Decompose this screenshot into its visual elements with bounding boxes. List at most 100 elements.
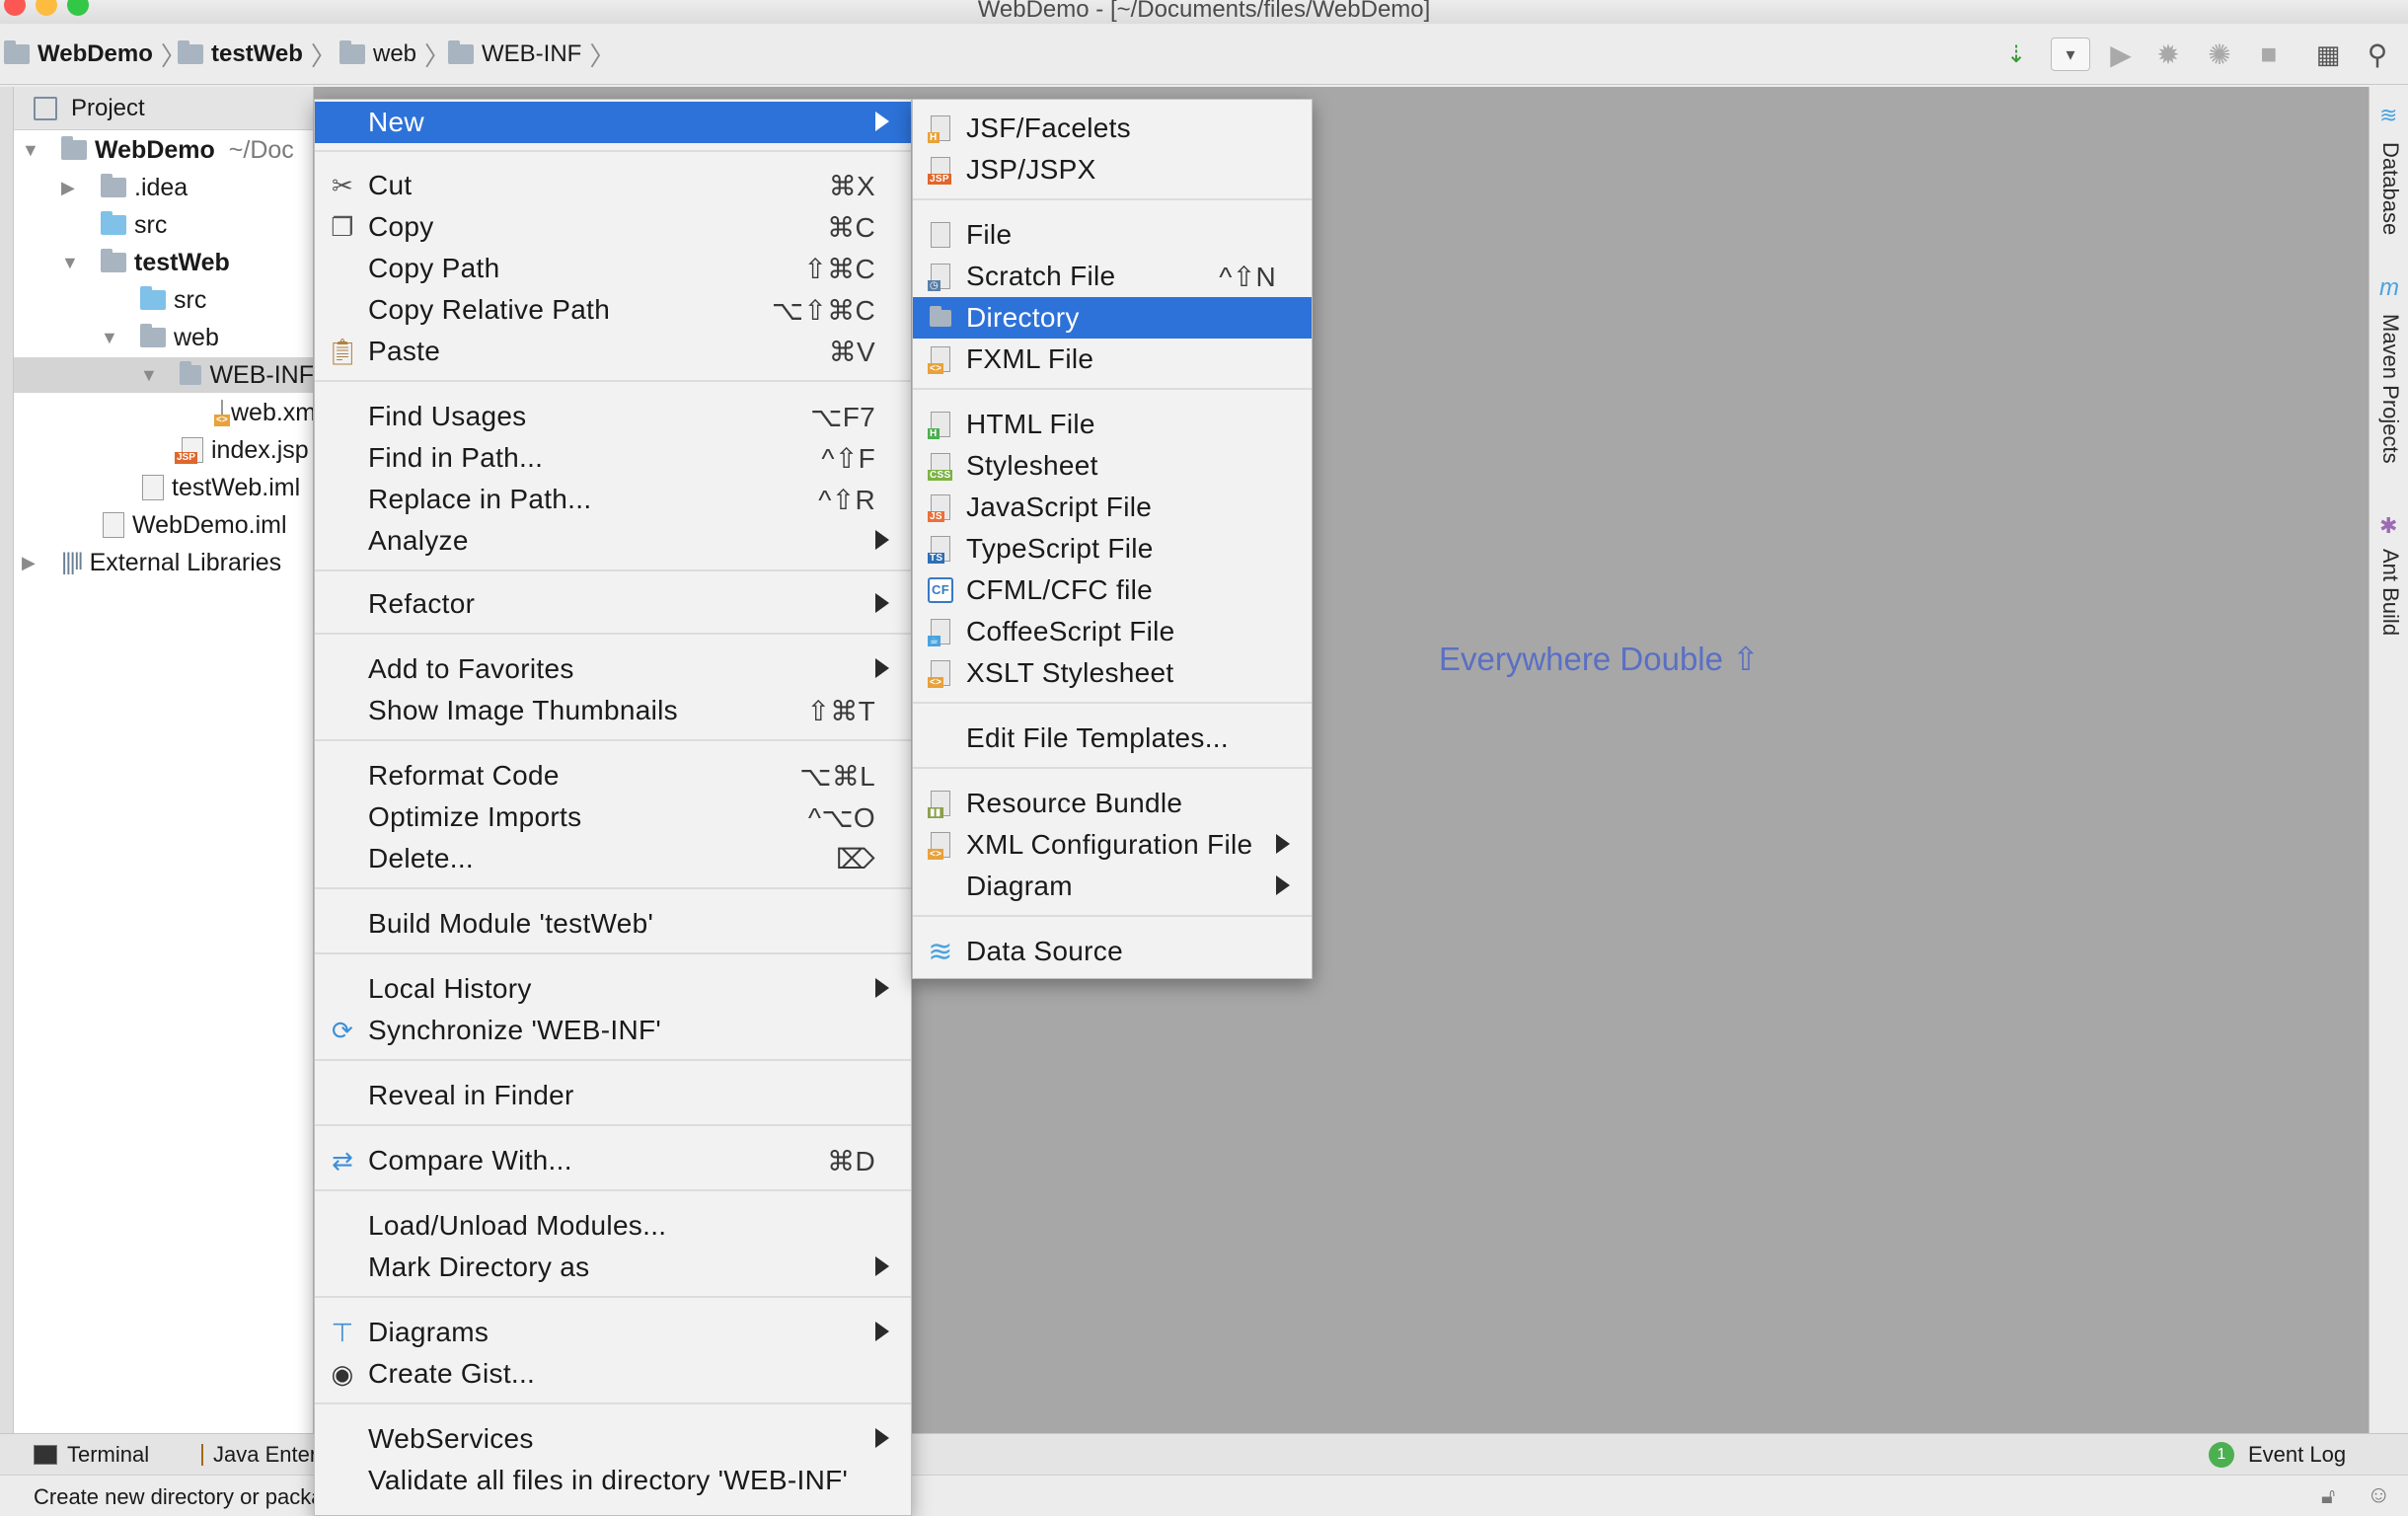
search-icon[interactable]: ⚲ bbox=[2361, 38, 2394, 71]
submenu-item-xslt-stylesheet[interactable]: <> XSLT Stylesheet bbox=[913, 652, 1312, 694]
menu-item-copy-relative-path[interactable]: Copy Relative Path ⌥⇧⌘C bbox=[315, 289, 911, 331]
submenu-arrow-icon bbox=[875, 593, 889, 613]
breadcrumb-testweb[interactable]: testWeb 〉 bbox=[178, 38, 337, 71]
tree-item-testweb-src[interactable]: src bbox=[14, 282, 313, 318]
submenu-item-diagram[interactable]: Diagram bbox=[913, 866, 1312, 907]
submenu-item-scratch-file[interactable]: ◷ Scratch File ^⇧N bbox=[913, 256, 1312, 297]
menu-item-refactor[interactable]: Refactor bbox=[315, 583, 911, 625]
menu-item-compare-with[interactable]: ⇄ Compare With... ⌘D bbox=[315, 1140, 911, 1181]
terminal-icon bbox=[34, 1445, 57, 1465]
submenu-item-jsp-jspx[interactable]: JSP JSP/JSPX bbox=[913, 149, 1312, 190]
tree-item-testweb[interactable]: ▼ testWeb bbox=[14, 245, 313, 280]
project-structure-icon[interactable]: ▦ bbox=[2311, 38, 2345, 71]
menu-item-find-in-path[interactable]: Find in Path... ^⇧F bbox=[315, 437, 911, 479]
menu-item-delete[interactable]: Delete... ⌦ bbox=[315, 838, 911, 879]
maven-projects-tab[interactable]: Maven Projects bbox=[2377, 314, 2403, 464]
run-configuration-dropdown[interactable]: ▾ bbox=[2051, 38, 2090, 71]
submenu-item-javascript-file[interactable]: JS JavaScript File bbox=[913, 487, 1312, 528]
menu-item-reveal-in-finder[interactable]: Reveal in Finder bbox=[315, 1075, 911, 1116]
expand-arrow-icon[interactable]: ▼ bbox=[61, 253, 79, 273]
java-enterprise-tab[interactable]: Java Enterprise bbox=[201, 1441, 314, 1469]
lock-icon[interactable]: 🔓︎ bbox=[2321, 1483, 2335, 1509]
breadcrumb-web-inf[interactable]: WEB-INF 〉 bbox=[448, 38, 615, 71]
jsp-file-icon: JSP bbox=[927, 156, 954, 185]
project-panel: Project ▼ WebDemo ~/Doc ▶ .idea src ▼ te… bbox=[14, 87, 314, 1433]
menu-item-synchronize[interactable]: ⟳ Synchronize 'WEB-INF' bbox=[315, 1010, 911, 1051]
menu-item-optimize-imports[interactable]: Optimize Imports ^⌥O bbox=[315, 796, 911, 838]
tree-item-src[interactable]: src bbox=[14, 207, 313, 243]
menu-item-new[interactable]: New bbox=[315, 102, 911, 143]
tree-item-webdemo[interactable]: ▼ WebDemo ~/Doc bbox=[14, 132, 313, 168]
vcs-update-icon[interactable]: ⇣ bbox=[1999, 38, 2033, 71]
folder-icon bbox=[448, 40, 474, 64]
submenu-arrow-icon bbox=[1276, 834, 1290, 854]
submenu-item-data-source[interactable]: ≋ Data Source bbox=[913, 931, 1312, 972]
project-panel-title[interactable]: Project bbox=[71, 95, 145, 122]
coverage-icon[interactable]: ✺ bbox=[2203, 38, 2236, 71]
project-panel-header: Project bbox=[14, 87, 313, 130]
submenu-item-cfml-cfc-file[interactable]: CF CFML/CFC file bbox=[913, 569, 1312, 611]
expand-arrow-icon[interactable]: ▼ bbox=[101, 328, 118, 348]
submenu-item-file[interactable]: File bbox=[913, 214, 1312, 256]
module-folder-icon bbox=[101, 249, 126, 272]
menu-item-validate-all-files[interactable]: Validate all files in directory 'WEB-INF… bbox=[315, 1460, 911, 1501]
menu-item-copy-path[interactable]: Copy Path ⇧⌘C bbox=[315, 248, 911, 289]
module-folder-icon bbox=[61, 136, 87, 160]
menu-item-show-image-thumbnails[interactable]: Show Image Thumbnails ⇧⌘T bbox=[315, 690, 911, 731]
xslt-file-icon: <> bbox=[927, 659, 954, 688]
expand-arrow-icon[interactable]: ▼ bbox=[22, 140, 39, 161]
tree-item-idea[interactable]: ▶ .idea bbox=[14, 170, 313, 205]
menu-item-local-history[interactable]: Local History bbox=[315, 968, 911, 1010]
tree-item-web-xml[interactable]: <> web.xml bbox=[14, 395, 313, 430]
zoom-window-button[interactable] bbox=[67, 0, 89, 16]
menu-item-mark-directory-as[interactable]: Mark Directory as bbox=[315, 1247, 911, 1288]
inspector-icon[interactable]: ☺ bbox=[2367, 1481, 2391, 1509]
menu-separator bbox=[315, 1059, 911, 1061]
menu-item-load-unload-modules[interactable]: Load/Unload Modules... bbox=[315, 1205, 911, 1247]
tree-item-external-libraries[interactable]: ▶ |||‖ External Libraries bbox=[14, 545, 313, 580]
minimize-window-button[interactable] bbox=[36, 0, 57, 16]
close-window-button[interactable] bbox=[4, 0, 26, 16]
terminal-tab[interactable]: Terminal bbox=[34, 1441, 149, 1469]
github-icon: ◉ bbox=[331, 1358, 354, 1389]
menu-item-cut[interactable]: ✂ Cut ⌘X bbox=[315, 165, 911, 206]
menu-item-find-usages[interactable]: Find Usages ⌥F7 bbox=[315, 396, 911, 437]
menu-item-create-gist[interactable]: ◉ Create Gist... bbox=[315, 1353, 911, 1395]
menu-item-reformat-code[interactable]: Reformat Code ⌥⌘L bbox=[315, 755, 911, 796]
submenu-item-directory[interactable]: Directory bbox=[913, 297, 1312, 339]
menu-item-replace-in-path[interactable]: Replace in Path... ^⇧R bbox=[315, 479, 911, 520]
menu-item-diagrams[interactable]: ⊤ Diagrams bbox=[315, 1312, 911, 1353]
menu-item-copy[interactable]: ❐ Copy ⌘C bbox=[315, 206, 911, 248]
tree-item-webdemo-iml[interactable]: WebDemo.iml bbox=[14, 507, 313, 543]
submenu-item-resource-bundle[interactable]: ▮▮ Resource Bundle bbox=[913, 783, 1312, 824]
menu-item-paste[interactable]: 📋︎ Paste ⌘V bbox=[315, 331, 911, 372]
debug-icon[interactable]: ✹ bbox=[2151, 38, 2185, 71]
database-icon: ≋ bbox=[928, 935, 953, 968]
submenu-item-typescript-file[interactable]: TS TypeScript File bbox=[913, 528, 1312, 569]
tree-item-index-jsp[interactable]: JSP index.jsp bbox=[14, 432, 313, 468]
ant-build-tab[interactable]: Ant Build bbox=[2377, 549, 2403, 636]
submenu-item-xml-configuration-file[interactable]: <> XML Configuration File bbox=[913, 824, 1312, 866]
event-log-tab[interactable]: 1 Event Log bbox=[2209, 1441, 2346, 1469]
submenu-item-jsf-facelets[interactable]: H JSF/Facelets bbox=[913, 108, 1312, 149]
collapse-arrow-icon[interactable]: ▶ bbox=[22, 553, 36, 573]
submenu-item-coffeescript-file[interactable]: ☕ CoffeeScript File bbox=[913, 611, 1312, 652]
submenu-item-fxml-file[interactable]: <> FXML File bbox=[913, 339, 1312, 380]
menu-item-build-module[interactable]: Build Module 'testWeb' bbox=[315, 903, 911, 945]
menu-item-add-to-favorites[interactable]: Add to Favorites bbox=[315, 648, 911, 690]
collapse-arrow-icon[interactable]: ▶ bbox=[61, 178, 75, 198]
tree-item-web[interactable]: ▼ web bbox=[14, 320, 313, 355]
breadcrumb-web[interactable]: web 〉 bbox=[339, 38, 450, 71]
submenu-item-stylesheet[interactable]: CSS Stylesheet bbox=[913, 445, 1312, 487]
stop-icon[interactable]: ■ bbox=[2252, 38, 2286, 71]
submenu-item-edit-file-templates[interactable]: Edit File Templates... bbox=[913, 718, 1312, 759]
run-icon[interactable]: ▶ bbox=[2104, 38, 2138, 71]
menu-item-webservices[interactable]: WebServices bbox=[315, 1418, 911, 1460]
tree-item-testweb-iml[interactable]: testWeb.iml bbox=[14, 470, 313, 505]
menu-item-analyze[interactable]: Analyze bbox=[315, 520, 911, 562]
breadcrumb-webdemo[interactable]: WebDemo 〉 bbox=[4, 38, 187, 71]
expand-arrow-icon[interactable]: ▼ bbox=[140, 365, 158, 386]
tree-item-web-inf[interactable]: ▼ WEB-INF bbox=[14, 357, 313, 393]
database-tab[interactable]: Database bbox=[2377, 142, 2403, 235]
submenu-item-html-file[interactable]: H HTML File bbox=[913, 404, 1312, 445]
